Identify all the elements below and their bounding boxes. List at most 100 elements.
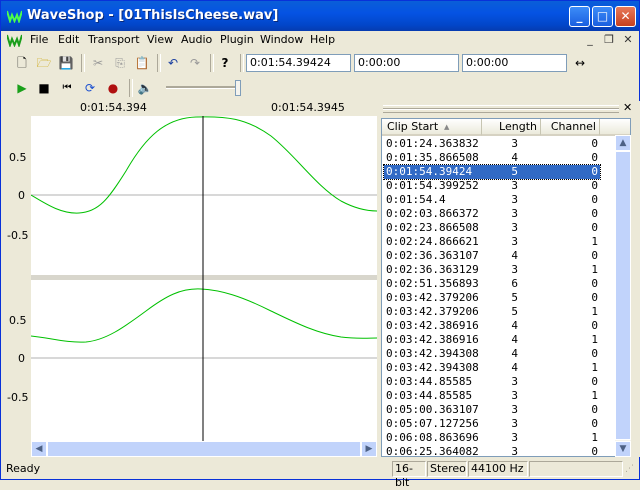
clip-row[interactable]: 0:01:54.39424 5 0 [383, 164, 601, 180]
undo-icon[interactable]: ↶ [164, 54, 182, 72]
panel-header[interactable]: ✕ [379, 101, 640, 115]
time-ruler[interactable]: 0:01:54.394 0:01:54.3945 [1, 101, 377, 116]
clip-row[interactable]: 0:02:03.866372 3 0 [384, 207, 600, 221]
clip-start-cell: 0:01:54.39424 [386, 165, 473, 178]
ch2-label-low: -0.5 [7, 391, 29, 404]
title-bar[interactable]: WaveShop - [01ThisIsCheese.wav] _ □ ✕ [1, 1, 639, 31]
volume-slider-track[interactable] [166, 86, 240, 89]
loop-icon[interactable]: ⟳ [81, 79, 99, 97]
status-extra [529, 461, 623, 477]
menu-window[interactable]: Window [260, 33, 303, 46]
scroll-up-button[interactable]: ▲ [615, 135, 631, 151]
paste-icon[interactable]: 📋 [133, 54, 151, 72]
scroll-left-button[interactable]: ◀ [31, 441, 47, 457]
panel-grip[interactable] [383, 109, 619, 113]
panel-close-icon[interactable]: ✕ [623, 101, 632, 114]
clip-row[interactable]: 0:01:54.399252 3 0 [384, 179, 600, 193]
clip-row[interactable]: 0:01:24.363832 3 0 [384, 137, 600, 151]
copy-icon[interactable]: ⎘ [111, 54, 129, 72]
toolbar-separator [157, 54, 161, 72]
vertical-scrollbar[interactable]: ▲ ▼ [615, 135, 631, 457]
scroll-track[interactable] [47, 441, 361, 457]
redo-icon[interactable]: ↷ [186, 54, 204, 72]
column-clip-start[interactable]: Clip Start ▲ [382, 119, 482, 136]
volume-icon[interactable]: 🔈 [136, 79, 154, 97]
clip-row[interactable]: 0:05:00.363107 3 0 [384, 403, 600, 417]
clip-length-cell: 3 [511, 263, 518, 276]
mdi-minimize-icon[interactable]: _ [583, 33, 597, 47]
minimize-button[interactable]: _ [569, 6, 590, 27]
clip-row[interactable]: 0:02:36.363129 3 1 [384, 263, 600, 277]
clip-row[interactable]: 0:03:44.85585 3 0 [384, 375, 600, 389]
mdi-restore-icon[interactable]: ❐ [602, 33, 616, 47]
menu-edit[interactable]: Edit [58, 33, 79, 46]
menu-audio[interactable]: Audio [181, 33, 212, 46]
help-icon[interactable]: ? [216, 54, 234, 72]
open-folder-icon[interactable]: 🗁 [35, 54, 53, 72]
position-field[interactable]: 0:01:54.39424 [246, 54, 351, 72]
clip-length-cell: 3 [511, 179, 518, 192]
clip-list[interactable]: Clip Start ▲ Length Channel 0:01:24.36383… [381, 118, 631, 457]
selection-start-field[interactable]: 0:00:00 [354, 54, 459, 72]
clip-channel-cell: 1 [591, 389, 598, 402]
rewind-icon[interactable]: ⏮ [58, 79, 76, 97]
clip-row[interactable]: 0:03:42.394308 4 1 [384, 361, 600, 375]
column-length[interactable]: Length [482, 119, 541, 136]
clip-channel-cell: 0 [591, 165, 598, 178]
clip-row[interactable]: 0:02:51.356893 6 0 [384, 277, 600, 291]
mdi-close-icon[interactable]: ✕ [621, 33, 635, 47]
clip-row[interactable]: 0:02:24.866621 3 1 [384, 235, 600, 249]
menu-transport[interactable]: Transport [88, 33, 140, 46]
clip-row[interactable]: 0:03:42.394308 4 0 [384, 347, 600, 361]
ch1-label-zero: 0 [18, 189, 25, 202]
zoom-fit-icon[interactable]: ↔ [571, 54, 589, 72]
volume-slider-thumb[interactable] [235, 80, 241, 96]
clip-row[interactable]: 0:02:23.866508 3 0 [384, 221, 600, 235]
cut-icon[interactable]: ✂ [89, 54, 107, 72]
clip-row[interactable]: 0:01:54.4 3 0 [384, 193, 600, 207]
status-channels: Stereo [427, 461, 467, 477]
clip-row[interactable]: 0:05:07.127256 3 0 [384, 417, 600, 431]
clip-row[interactable]: 0:02:36.363107 4 0 [384, 249, 600, 263]
ch2-label-high: 0.5 [9, 314, 27, 327]
amplitude-axis: 0.5 0 -0.5 0.5 0 -0.5 [1, 116, 31, 441]
scroll-right-button[interactable]: ▶ [361, 441, 377, 457]
play-icon[interactable]: ▶ [13, 79, 31, 97]
menu-help[interactable]: Help [310, 33, 335, 46]
clip-row[interactable]: 0:01:35.866508 4 0 [384, 151, 600, 165]
maximize-button[interactable]: □ [592, 6, 613, 27]
clip-row[interactable]: 0:06:08.863696 3 1 [384, 431, 600, 445]
ch2-label-zero: 0 [18, 352, 25, 365]
waveform-view[interactable] [31, 116, 377, 441]
clip-channel-cell: 1 [591, 263, 598, 276]
clip-row[interactable]: 0:06:25.364082 3 0 [384, 445, 600, 456]
sort-ascending-icon: ▲ [444, 123, 450, 131]
document-icon[interactable] [7, 34, 22, 47]
clip-channel-cell: 0 [591, 221, 598, 234]
stop-icon[interactable]: ■ [35, 79, 53, 97]
clip-row[interactable]: 0:03:42.379206 5 1 [384, 305, 600, 319]
scroll-thumb[interactable] [615, 151, 631, 440]
resize-grip-icon[interactable]: ⋰ [625, 464, 634, 474]
status-rate: 44100 Hz [468, 461, 528, 477]
menu-view[interactable]: View [147, 33, 173, 46]
column-channel[interactable]: Channel [541, 119, 600, 136]
waveform-canvas[interactable] [31, 116, 377, 441]
transport-toolbar: ▶ ■ ⏮ ⟳ ● 🔈 [1, 76, 251, 100]
close-button[interactable]: ✕ [615, 6, 636, 27]
status-message: Ready [6, 462, 41, 475]
clip-channel-cell: 1 [591, 431, 598, 444]
new-file-icon[interactable]: 🗋 [13, 54, 31, 72]
status-bits: 16-bit [392, 461, 426, 489]
save-icon[interactable]: 💾 [57, 54, 75, 72]
clip-row[interactable]: 0:03:44.85585 3 1 [384, 389, 600, 403]
clip-row[interactable]: 0:03:42.379206 5 0 [384, 291, 600, 305]
clip-row[interactable]: 0:03:42.386916 4 1 [384, 333, 600, 347]
horizontal-scrollbar[interactable]: ◀ ▶ [31, 441, 377, 457]
clip-row[interactable]: 0:03:42.386916 4 0 [384, 319, 600, 333]
selection-length-field[interactable]: 0:00:00 [462, 54, 567, 72]
scroll-down-button[interactable]: ▼ [615, 441, 631, 457]
menu-file[interactable]: File [30, 33, 48, 46]
record-icon[interactable]: ● [104, 79, 122, 97]
menu-plugin[interactable]: Plugin [220, 33, 254, 46]
